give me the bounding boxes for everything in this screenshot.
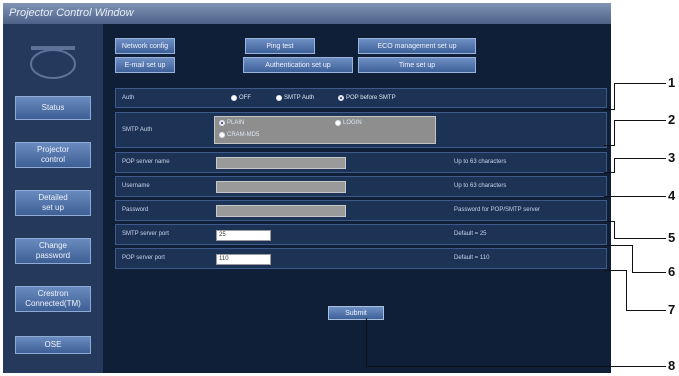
callout-line — [614, 120, 615, 146]
password-input[interactable] — [216, 205, 346, 217]
sidebar-item-crestron-connected[interactable]: Crestron Connected(TM) — [15, 286, 91, 312]
callout-number-6: 6 — [668, 264, 676, 279]
pop-server-port-row: POP server port 110 Default = 110 — [115, 248, 607, 269]
pop-server-port-input[interactable]: 110 — [216, 254, 271, 265]
username-note: Up to 63 characters — [454, 183, 507, 189]
pop-server-name-note: Up to 63 characters — [454, 159, 507, 165]
smtp-server-port-row: SMTP server port 25 Default = 25 — [115, 224, 607, 245]
main-panel: Network config Ping test ECO management … — [103, 24, 611, 373]
callout-line — [366, 366, 666, 367]
auth-option-smtp-auth[interactable]: SMTP Auth — [276, 95, 314, 101]
smtp-auth-option-cram-md5[interactable]: CRAM-MD5 — [219, 132, 259, 138]
pop-server-name-row: POP server name Up to 63 characters — [115, 152, 607, 173]
submit-button[interactable]: Submit — [328, 306, 384, 320]
sidebar-item-detailed-set-up[interactable]: Detailed set up — [15, 190, 91, 216]
callout-number-2: 2 — [668, 112, 676, 127]
callout-line — [614, 83, 666, 84]
radio-selected-icon — [219, 120, 225, 126]
callout-line — [626, 270, 627, 310]
pop-server-port-note: Default = 110 — [454, 255, 490, 261]
smtp-server-port-label: SMTP server port — [122, 231, 169, 237]
tab-eco-management[interactable]: ECO management set up — [358, 38, 476, 54]
smtp-auth-option-login[interactable]: LOGIN — [335, 120, 362, 126]
callout-line — [614, 83, 615, 110]
username-label: Username — [122, 183, 150, 189]
callout-number-3: 3 — [668, 150, 676, 165]
callout-line — [366, 318, 367, 366]
callout-line — [632, 272, 666, 273]
radio-icon — [335, 120, 341, 126]
callout-line — [604, 172, 614, 173]
callout-line — [614, 221, 615, 238]
callout-line — [604, 270, 626, 271]
radio-selected-icon — [338, 95, 344, 101]
auth-row: Auth OFF SMTP Auth POP before SMTP — [115, 88, 607, 108]
callout-line — [604, 221, 614, 222]
auth-option-pop-before-smtp[interactable]: POP before SMTP — [338, 95, 396, 101]
callout-number-8: 8 — [668, 358, 676, 373]
tab-authentication-set-up[interactable]: Authentication set up — [243, 57, 353, 73]
username-row: Username Up to 63 characters — [115, 176, 607, 197]
username-input[interactable] — [216, 181, 346, 193]
sidebar-item-status[interactable]: Status — [15, 96, 91, 120]
smtp-auth-label: SMTP Auth — [122, 127, 153, 133]
tab-ping-test[interactable]: Ping test — [245, 38, 315, 54]
callout-line — [604, 245, 632, 246]
callout-line — [632, 245, 633, 272]
radio-icon — [219, 132, 225, 138]
password-row: Password Password for POP/SMTP server — [115, 200, 607, 221]
smtp-auth-options-box: PLAIN LOGIN CRAM-MD5 — [214, 116, 436, 144]
auth-label: Auth — [122, 95, 135, 101]
callout-line — [604, 109, 614, 110]
sidebar: Status Projector control Detailed set up… — [3, 24, 103, 373]
password-label: Password — [122, 207, 149, 213]
sidebar-item-ose[interactable]: OSE — [15, 336, 91, 354]
sidebar-item-change-password[interactable]: Change password — [15, 238, 91, 264]
tab-email-set-up[interactable]: E-mail set up — [115, 57, 175, 73]
sidebar-item-projector-control[interactable]: Projector control — [15, 142, 91, 168]
window-title: Projector Control Window — [3, 3, 611, 24]
projector-control-window: Projector Control Window Status Projecto… — [3, 3, 611, 373]
callout-line — [604, 145, 614, 146]
radio-icon — [231, 95, 237, 101]
callout-number-5: 5 — [668, 230, 676, 245]
pop-server-name-input[interactable] — [216, 157, 346, 169]
callout-number-4: 4 — [668, 188, 676, 203]
smtp-server-port-note: Default = 25 — [454, 231, 487, 237]
tab-network-config[interactable]: Network config — [115, 38, 175, 54]
callout-line — [614, 120, 666, 121]
radio-icon — [276, 95, 282, 101]
password-note: Password for POP/SMTP server — [454, 207, 540, 213]
smtp-auth-row: SMTP Auth PLAIN LOGIN CRAM-MD5 — [115, 112, 607, 148]
pop-server-port-label: POP server port — [122, 255, 165, 261]
projector-logo-icon — [30, 46, 76, 79]
callout-number-7: 7 — [668, 302, 676, 317]
callout-line — [614, 158, 615, 173]
smtp-server-port-input[interactable]: 25 — [216, 230, 271, 241]
callout-line — [626, 310, 666, 311]
callout-number-1: 1 — [668, 75, 676, 90]
tab-time-set-up[interactable]: Time set up — [358, 57, 476, 73]
callout-line — [614, 238, 666, 239]
callout-line — [614, 158, 666, 159]
callout-line — [604, 196, 666, 197]
pop-server-name-label: POP server name — [122, 159, 170, 165]
smtp-auth-option-plain[interactable]: PLAIN — [219, 120, 244, 126]
auth-option-off[interactable]: OFF — [231, 95, 251, 101]
